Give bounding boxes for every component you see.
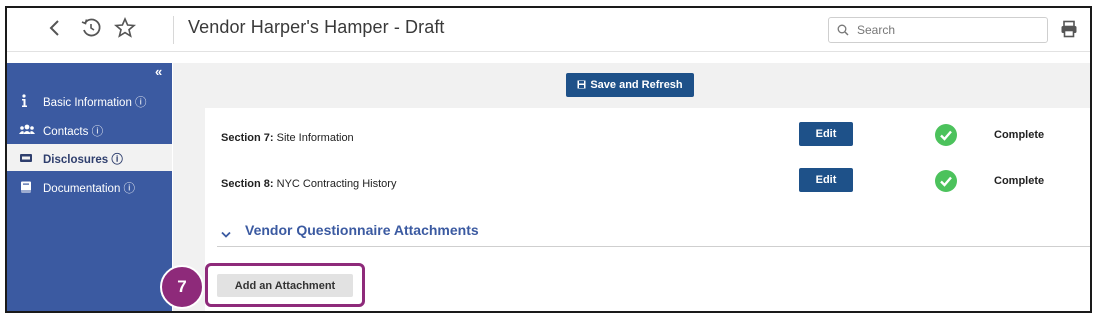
sidebar-item-contacts[interactable]: Contacts ⓘ (7, 116, 172, 143)
print-icon[interactable] (1060, 20, 1078, 43)
attachment-highlight: Add an Attachment (205, 263, 365, 307)
add-attachment-button[interactable]: Add an Attachment (217, 274, 353, 297)
history-icon[interactable] (79, 16, 103, 40)
book-icon (19, 180, 33, 194)
save-button-label: Save and Refresh (590, 79, 683, 91)
sidebar-item-label: Basic Information ⓘ (43, 97, 147, 109)
section-name: NYC Contracting History (276, 178, 397, 190)
collapse-sidebar-icon[interactable]: « (155, 64, 162, 79)
top-bar: Vendor Harper's Hamper - Draft (7, 8, 1090, 52)
edit-section-7-button[interactable]: Edit (799, 122, 853, 146)
section-row: Section 7: Site Information Edit Complet… (205, 116, 1090, 156)
accordion-title: Vendor Questionnaire Attachments (245, 222, 479, 238)
sidebar-item-disclosures[interactable]: Disclosures ⓘ (7, 144, 172, 171)
status-label: Complete (994, 175, 1045, 187)
app-window: Vendor Harper's Hamper - Draft « Basic I… (5, 6, 1092, 313)
back-icon[interactable] (43, 16, 67, 40)
save-icon (577, 80, 586, 89)
section-title: Section 7: Site Information (221, 132, 354, 144)
section-name: Site Information (276, 132, 354, 144)
step-number-badge: 7 (160, 265, 204, 309)
check-circle-icon (935, 170, 957, 197)
section-prefix: Section 7: (221, 132, 274, 144)
chevron-down-icon[interactable] (221, 226, 231, 244)
search-input[interactable] (855, 20, 1045, 40)
page-title: Vendor Harper's Hamper - Draft (188, 17, 445, 37)
sidebar-item-basic-information[interactable]: Basic Information ⓘ (7, 87, 172, 114)
search-box[interactable] (828, 17, 1048, 43)
check-circle-icon (935, 124, 957, 151)
save-and-refresh-button[interactable]: Save and Refresh (566, 73, 694, 97)
id-card-icon (19, 151, 33, 165)
section-prefix: Section 8: (221, 178, 274, 190)
status-label: Complete (994, 129, 1045, 141)
sidebar: « Basic Information ⓘ Contacts ⓘ Disclos… (7, 63, 172, 311)
sidebar-item-documentation[interactable]: Documentation ⓘ (7, 173, 172, 200)
info-icon (19, 94, 33, 108)
toolbar-divider (173, 16, 174, 44)
star-icon[interactable] (113, 16, 137, 40)
section-title: Section 8: NYC Contracting History (221, 178, 396, 190)
section-row: Section 8: NYC Contracting History Edit … (205, 162, 1090, 202)
attachments-accordion[interactable]: Vendor Questionnaire Attachments (217, 214, 1090, 247)
edit-section-8-button[interactable]: Edit (799, 168, 853, 192)
sidebar-item-label: Documentation ⓘ (43, 183, 136, 195)
sidebar-item-label: Disclosures ⓘ (43, 154, 123, 166)
search-icon (837, 24, 849, 36)
users-icon (19, 123, 35, 137)
sidebar-item-label: Contacts ⓘ (43, 126, 104, 138)
